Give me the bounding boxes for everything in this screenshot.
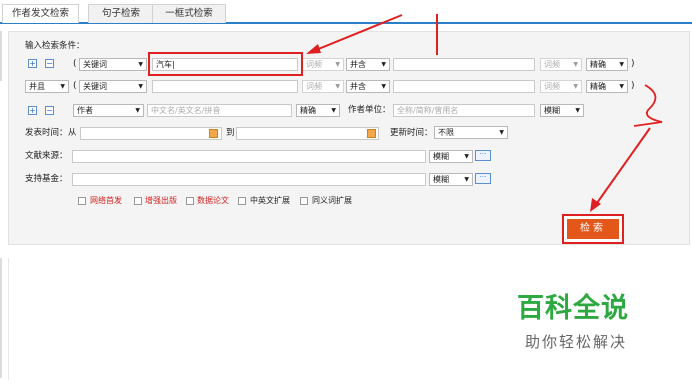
annotation-arrow-line bbox=[315, 14, 403, 51]
watermark-title: 百科全说 bbox=[517, 293, 629, 324]
search-page: 作者发文检索 句子检索 一框式检索 输入检索条件： + − ( 关键词 ▼ 汽车|… bbox=[0, 0, 692, 385]
annotation-arrow-line-2 bbox=[596, 127, 651, 204]
watermark-subtitle: 助你轻松解决 bbox=[525, 333, 628, 351]
annotation-overlay bbox=[306, 14, 663, 212]
annotation-squiggle bbox=[633, 84, 663, 127]
annotation-arrowhead bbox=[306, 44, 321, 54]
